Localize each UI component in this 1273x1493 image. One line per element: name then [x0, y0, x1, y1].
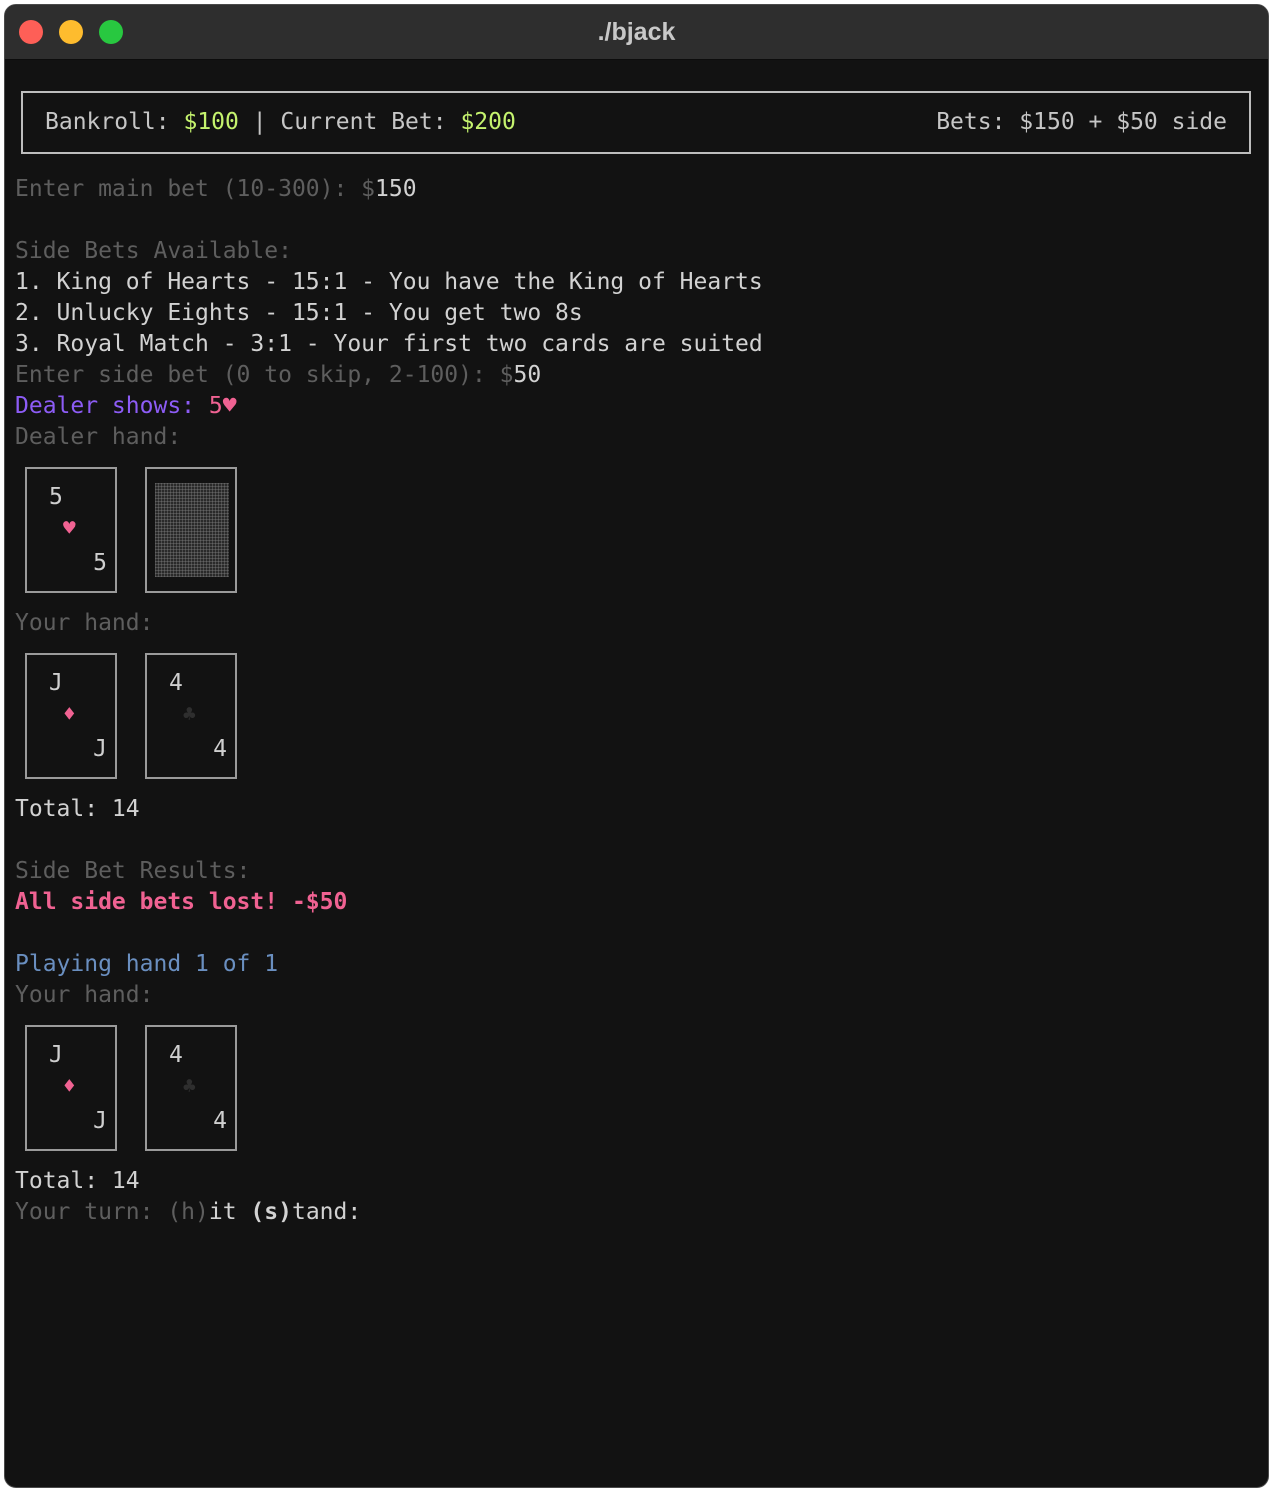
playing-card: J ♦ J [25, 653, 117, 779]
card-rank: 4 [169, 1042, 183, 1068]
club-suit-icon: ♣ [183, 1074, 196, 1098]
hit-label: it [208, 1199, 251, 1225]
playing-hand-status: Playing hand 1 of 1 [15, 951, 279, 977]
stand-key: (s) [250, 1199, 292, 1225]
play-hand-label: Your hand: [15, 982, 154, 1008]
diamond-suit-icon: ♦ [63, 702, 76, 726]
side-bet-prompt: Enter side bet (0 to skip, 2-100): $50 [15, 360, 541, 391]
status-bar: Bankroll: $100 | Current Bet: $200 Bets:… [21, 91, 1251, 154]
side-bet-value: 50 [513, 362, 542, 388]
card-rank: 5 [93, 550, 107, 576]
card-back-pattern [155, 483, 229, 577]
card-rank: 5 [49, 484, 63, 510]
card-rank: 4 [169, 670, 183, 696]
dealer-shows-label: Dealer shows: [15, 393, 209, 419]
playing-card: 4 ♣ 4 [145, 1025, 237, 1151]
current-bet-value: $200 [460, 109, 516, 135]
card-rank: 4 [213, 736, 227, 762]
playing-card: J ♦ J [25, 1025, 117, 1151]
turn-label: Your turn: [15, 1199, 168, 1225]
card-rank: J [49, 1042, 63, 1068]
side-bet-label: Enter side bet (0 to skip, 2-100): $ [15, 362, 514, 388]
dealer-shows: Dealer shows: 5♥ [15, 391, 237, 422]
terminal-window: ./bjack Bankroll: $100 | Current Bet: $2… [4, 4, 1269, 1488]
card-rank: J [93, 1108, 107, 1134]
bankroll-label: Bankroll: [45, 109, 184, 135]
side-bet-results-header: Side Bet Results: [15, 858, 251, 884]
status-separator: | [238, 109, 281, 135]
card-rank: J [49, 670, 63, 696]
side-bet-option: 1. King of Hearts - 15:1 - You have the … [15, 269, 763, 295]
card-rank: 4 [213, 1108, 227, 1134]
face-down-card [145, 467, 237, 593]
playing-card: 4 ♣ 4 [145, 653, 237, 779]
main-bet-label: Enter main bet (10-300): $ [15, 176, 376, 202]
main-bet-value: 150 [375, 176, 417, 202]
dealer-hand-label: Dealer hand: [15, 424, 182, 450]
side-bet-results-message: All side bets lost! -$50 [15, 889, 348, 915]
player-hand-label: Your hand: [15, 610, 154, 636]
status-left: Bankroll: $100 | Current Bet: $200 [45, 93, 516, 152]
stand-label: tand: [291, 1199, 362, 1225]
heart-suit-icon: ♥ [63, 516, 76, 540]
current-bet-label: Current Bet: [280, 109, 461, 135]
club-suit-icon: ♣ [183, 702, 196, 726]
turn-prompt[interactable]: Your turn: (h)it (s)tand: [15, 1197, 361, 1228]
side-bets-header: Side Bets Available: [15, 238, 292, 264]
card-rank: J [93, 736, 107, 762]
side-bet-option: 2. Unlucky Eights - 15:1 - You get two 8… [15, 300, 583, 326]
hit-key: (h) [167, 1199, 209, 1225]
side-bet-option: 3. Royal Match - 3:1 - Your first two ca… [15, 331, 763, 357]
terminal-output[interactable]: Bankroll: $100 | Current Bet: $200 Bets:… [15, 61, 1258, 1487]
playing-card: 5 ♥ 5 [25, 467, 117, 593]
player-total: Total: 14 [15, 796, 140, 822]
diamond-suit-icon: ♦ [63, 1074, 76, 1098]
main-bet-prompt: Enter main bet (10-300): $150 [15, 174, 417, 205]
dealer-shows-value: 5♥ [208, 393, 237, 419]
title-bar: ./bjack [5, 5, 1268, 60]
window-title: ./bjack [597, 18, 676, 46]
bankroll-value: $100 [183, 109, 239, 135]
play-total: Total: 14 [15, 1168, 140, 1194]
bets-summary: Bets: $150 + $50 side [936, 109, 1227, 135]
